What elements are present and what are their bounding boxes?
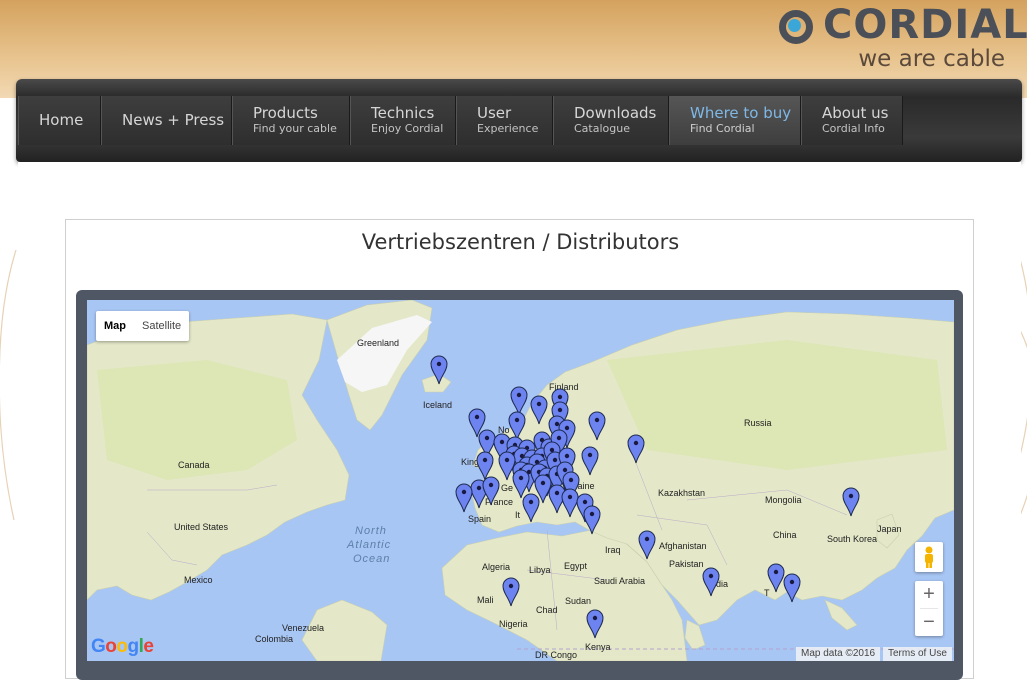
label-libya: Libya	[529, 565, 551, 575]
cordial-logo[interactable]: CORDIAL we are cable	[779, 2, 1027, 76]
label-afghanistan: Afghanistan	[659, 541, 707, 551]
map-type-satellite-button[interactable]: Satellite	[134, 311, 189, 341]
nav-technics-sub: Enjoy Cordial	[371, 122, 444, 135]
nav-products-sub: Find your cable	[253, 122, 337, 135]
map-attribution: Map data ©2016	[796, 647, 881, 661]
nav-home[interactable]: Home	[18, 96, 101, 145]
label-mexico: Mexico	[184, 575, 213, 585]
label-norway-partial: No	[498, 425, 510, 435]
label-iraq: Iraq	[605, 545, 621, 555]
label-south-korea: South Korea	[827, 534, 877, 544]
label-saudi-arabia: Saudi Arabia	[594, 576, 645, 586]
nav-about-us-label: About us	[822, 104, 889, 122]
label-greenland: Greenland	[357, 338, 399, 348]
label-kingdom-partial: King	[461, 457, 479, 467]
nav-news-press[interactable]: News + Press	[101, 96, 232, 145]
label-colombia: Colombia	[255, 634, 293, 644]
nav-products-label: Products	[253, 104, 318, 122]
map-canvas[interactable]: Greenland Iceland Finland Russia Canada …	[87, 300, 954, 661]
label-mali: Mali	[477, 595, 494, 605]
label-japan: Japan	[877, 524, 902, 534]
nav-where-to-buy-sub: Find Cordial	[690, 122, 755, 135]
nav-about-us-sub: Cordial Info	[822, 122, 885, 135]
street-view-pegman[interactable]	[915, 542, 943, 572]
nav-user-label: User	[477, 104, 512, 122]
terms-of-use-link[interactable]: Terms of Use	[883, 647, 952, 661]
nav-downloads[interactable]: Downloads Catalogue	[553, 96, 669, 145]
label-chad: Chad	[536, 605, 558, 615]
label-russia: Russia	[744, 418, 772, 428]
label-ocean-line2: Atlantic	[346, 539, 391, 551]
main-navigation: Home News + Press Products Find your cabl…	[16, 79, 1022, 162]
label-canada: Canada	[178, 460, 210, 470]
label-pakistan: Pakistan	[669, 559, 704, 569]
nav-products[interactable]: Products Find your cable	[232, 96, 350, 145]
nav-news-press-label: News + Press	[122, 111, 225, 129]
label-spain: Spain	[468, 514, 491, 524]
page-title: Vertriebszentren / Distributors	[361, 230, 680, 254]
label-nigeria: Nigeria	[499, 619, 528, 629]
google-logo[interactable]: Google	[91, 636, 154, 658]
nav-about-us[interactable]: About us Cordial Info	[801, 96, 903, 145]
label-ocean-line3: Ocean	[353, 553, 390, 565]
label-thailand-partial: T	[764, 588, 770, 598]
zoom-in-button[interactable]: +	[915, 581, 943, 608]
nav-downloads-label: Downloads	[574, 104, 657, 122]
zoom-control: + −	[915, 581, 943, 636]
logo-dot-icon	[788, 19, 801, 32]
label-kazakhstan: Kazakhstan	[658, 488, 705, 498]
nav-user[interactable]: User Experience	[456, 96, 553, 145]
label-algeria: Algeria	[482, 562, 510, 572]
nav-where-to-buy[interactable]: Where to buy Find Cordial	[669, 96, 801, 145]
logo-tagline: we are cable	[858, 46, 1005, 72]
label-ocean-line1: North	[355, 525, 387, 537]
label-mongolia: Mongolia	[765, 495, 802, 505]
pegman-icon	[925, 546, 933, 568]
label-germany-partial: Ge	[501, 483, 513, 493]
nav-downloads-sub: Catalogue	[574, 122, 630, 135]
distributor-map[interactable]: Greenland Iceland Finland Russia Canada …	[87, 300, 954, 661]
nav-user-sub: Experience	[477, 122, 539, 135]
label-sudan: Sudan	[565, 596, 591, 606]
label-china: China	[773, 530, 797, 540]
nav-home-label: Home	[39, 111, 84, 129]
logo-wordmark: CORDIAL	[823, 2, 1027, 48]
label-united-states: United States	[174, 522, 229, 532]
map-type-control: Map Satellite	[96, 311, 190, 341]
label-italy-partial: It	[515, 510, 521, 520]
label-iceland: Iceland	[423, 400, 452, 410]
label-venezuela: Venezuela	[282, 623, 324, 633]
map-type-map-button[interactable]: Map	[96, 311, 134, 341]
nav-technics-label: Technics	[371, 104, 435, 122]
label-egypt: Egypt	[564, 561, 588, 571]
zoom-out-button[interactable]: −	[915, 609, 943, 636]
label-kenya: Kenya	[585, 642, 611, 652]
label-dr-congo: DR Congo	[535, 650, 577, 660]
nav-technics[interactable]: Technics Enjoy Cordial	[350, 96, 456, 145]
nav-where-to-buy-label: Where to buy	[690, 104, 792, 122]
